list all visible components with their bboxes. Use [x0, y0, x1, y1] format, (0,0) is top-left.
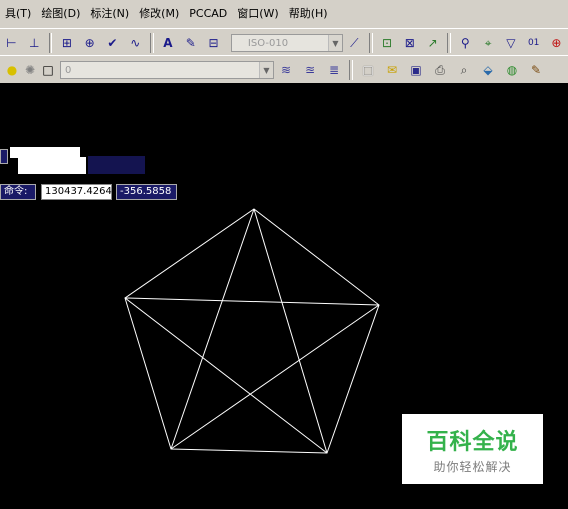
toolbar-separator [447, 33, 451, 53]
layer-manager-icon[interactable]: ≋ [276, 60, 296, 80]
layer-make-current-icon[interactable]: ≣ [324, 60, 344, 80]
watermark-subtitle: 助你轻松解决 [433, 460, 512, 474]
menu-window[interactable]: 窗口(W) [232, 0, 283, 28]
star-edge [124, 297, 380, 306]
chevron-down-icon[interactable]: ▼ [327, 35, 342, 51]
print-preview-icon[interactable]: ⌕ [454, 60, 474, 80]
toolbar-separator [149, 33, 154, 53]
star-edge [124, 297, 328, 454]
menu-tools[interactable]: 具(T) [0, 0, 36, 28]
dim-linear-icon[interactable]: ⊢ [2, 33, 21, 53]
menu-draw[interactable]: 绘图(D) [36, 0, 85, 28]
chevron-down-icon[interactable]: ▼ [259, 62, 273, 78]
toolbar-separator [48, 33, 53, 53]
star-edge [170, 304, 380, 450]
save-file-icon[interactable]: ▣ [406, 60, 426, 80]
dim-continue-icon[interactable]: ⊥ [25, 33, 44, 53]
layer-previous-icon[interactable]: ≊ [300, 60, 320, 80]
toolbar-separator [368, 33, 373, 53]
star-edge [170, 208, 255, 450]
target-tool-icon[interactable]: ⊕ [547, 33, 566, 53]
star-edge [253, 208, 328, 454]
layer-toolbar: ● ✺ □ 0 ▼ ≋ ≊ ≣ □ ✉ ▣ ⎙ ⌕ ⬙ ◍ ✎ [0, 55, 568, 85]
publish-icon[interactable]: ⬙ [478, 60, 498, 80]
dim-center-mark-icon[interactable]: ⊕ [80, 33, 99, 53]
print-icon[interactable]: ⎙ [430, 60, 450, 80]
toolbar-separator [349, 60, 353, 80]
dimstyle-value: ISO-010 [247, 37, 289, 49]
dimstyle-manager-icon[interactable]: ⟋ [345, 33, 364, 53]
open-file-icon[interactable]: ✉ [382, 60, 402, 80]
watermark-title: 百科全说 [426, 430, 519, 455]
polar-tool-icon[interactable]: ↗ [423, 33, 442, 53]
dim-text-angle-icon[interactable]: ✎ [181, 33, 200, 53]
dim-update-icon[interactable]: ⊟ [204, 33, 223, 53]
list-tool-icon[interactable]: 01 [524, 33, 543, 53]
region-tool-icon[interactable]: ▽ [501, 33, 520, 53]
globe-icon[interactable]: ◍ [502, 60, 522, 80]
dimension-toolbar: ⊢ ⊥ ⊞ ⊕ ✔ ∿ A ✎ ⊟ ISO-010 ▼ ⟋ ⊡ ⊠ ↗ ⚲ ⌖ … [0, 28, 568, 57]
menu-modify[interactable]: 修改(M) [134, 0, 184, 28]
layer-color-swatch-icon[interactable]: □ [38, 60, 58, 80]
pencil-icon[interactable]: ✎ [526, 60, 546, 80]
osnap-tool-icon[interactable]: ⊠ [400, 33, 419, 53]
menu-pccad[interactable]: PCCAD [184, 0, 232, 28]
menu-help[interactable]: 帮助(H) [284, 0, 333, 28]
snap-tool-icon[interactable]: ⊡ [378, 33, 397, 53]
dim-text-edit-icon[interactable]: A [159, 33, 178, 53]
inquiry-tool-icon[interactable]: ⚲ [456, 33, 475, 53]
menu-dimension[interactable]: 标注(N) [85, 0, 134, 28]
layer-select[interactable]: 0 ▼ [60, 61, 274, 79]
baike-watermark: 百科全说 助你轻松解决 [402, 414, 543, 484]
dim-jog-icon[interactable]: ∿ [126, 33, 145, 53]
dim-tolerance-icon[interactable]: ⊞ [57, 33, 76, 53]
measure-tool-icon[interactable]: ⌖ [479, 33, 498, 53]
layer-state-bulb-icon[interactable]: ● [2, 60, 22, 80]
new-file-icon[interactable]: □ [358, 60, 378, 80]
dim-check-icon[interactable]: ✔ [103, 33, 122, 53]
layer-freeze-icon[interactable]: ✺ [20, 60, 40, 80]
layer-value: 0 [65, 64, 72, 76]
dimstyle-select[interactable]: ISO-010 ▼ [230, 34, 343, 52]
menu-bar: 具(T) 绘图(D) 标注(N) 修改(M) PCCAD 窗口(W) 帮助(H) [0, 0, 568, 28]
